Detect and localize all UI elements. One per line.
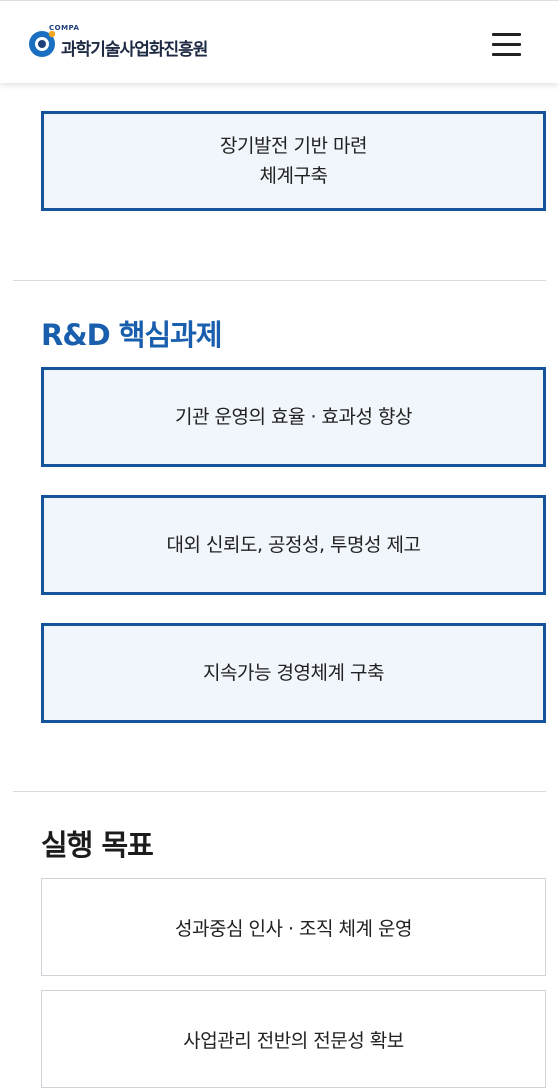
hamburger-menu-icon[interactable] (492, 33, 522, 57)
goal-item: 사업관리 전반의 전문성 확보 (41, 990, 546, 1088)
compa-logo-icon (29, 30, 56, 57)
section-divider (13, 280, 546, 281)
section-divider (13, 791, 546, 792)
task-box-line-1: 장기발전 기반 마련 (220, 135, 367, 157)
logo-text: 과학기술사업화진흥원 (61, 40, 208, 60)
rnd-task-item: 대외 신뢰도, 공정성, 투명성 제고 (41, 495, 546, 595)
task-box-line-2: 체계구축 (259, 165, 328, 187)
rnd-section-title: R&D 핵심과제 (41, 318, 223, 352)
site-header: COMPA 과학기술사업화진흥원 (0, 0, 559, 83)
rnd-task-item: 기관 운영의 효율 · 효과성 향상 (41, 367, 546, 467)
rnd-task-item: 지속가능 경영체계 구축 (41, 623, 546, 723)
task-box-long-term: 장기발전 기반 마련 체계구축 (41, 111, 546, 211)
goal-section-title: 실행 목표 (41, 828, 154, 862)
logo-small-text: COMPA (49, 24, 80, 32)
goal-item: 성과중심 인사 · 조직 체계 운영 (41, 878, 546, 976)
